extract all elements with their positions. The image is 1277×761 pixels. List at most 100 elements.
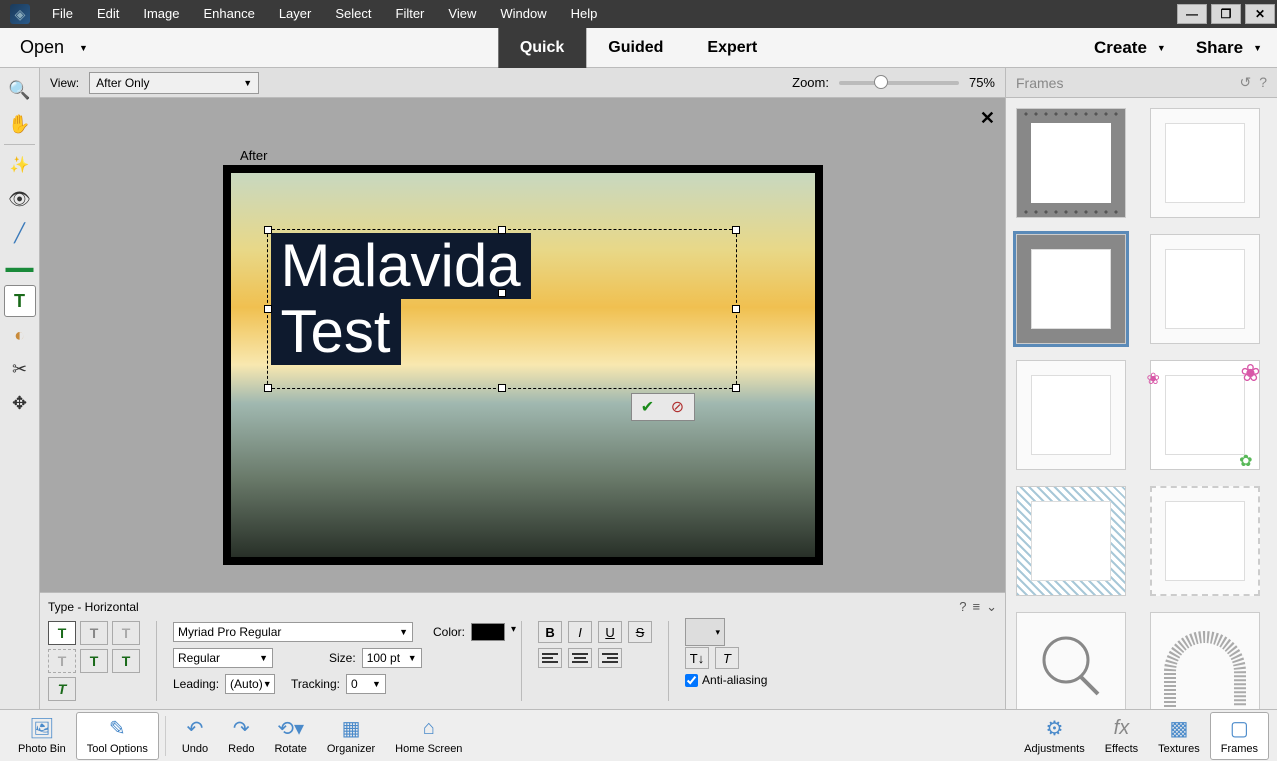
home-button[interactable]: ⌂Home Screen <box>385 712 472 760</box>
view-select[interactable]: After Only▼ <box>89 72 259 94</box>
frame-film[interactable] <box>1016 108 1126 218</box>
zoom-slider[interactable] <box>839 81 959 85</box>
frame-magnifier[interactable] <box>1016 612 1126 709</box>
align-right-button[interactable] <box>598 648 622 668</box>
frame-tape[interactable] <box>1016 360 1126 470</box>
tab-expert[interactable]: Expert <box>685 28 779 68</box>
text-style-preset[interactable]: ▾ <box>685 618 725 646</box>
close-document-icon[interactable]: ✕ <box>980 108 995 129</box>
menu-select[interactable]: Select <box>323 0 383 28</box>
help-icon[interactable]: ? <box>959 599 966 615</box>
organizer-button[interactable]: ▦Organizer <box>317 712 385 760</box>
tab-quick[interactable]: Quick <box>498 28 586 68</box>
type-vertical-icon[interactable]: T <box>80 621 108 645</box>
window-minimize-icon[interactable]: — <box>1177 4 1207 24</box>
window-restore-icon[interactable]: ❐ <box>1211 4 1241 24</box>
strikethrough-button[interactable]: S <box>628 621 652 643</box>
bottombar: 🖼Photo Bin ✎Tool Options ↶Undo ↷Redo ⟲▾R… <box>0 709 1277 761</box>
menu-help[interactable]: Help <box>559 0 610 28</box>
spot-heal-tool-icon[interactable]: ◐ <box>4 319 36 351</box>
textures-button[interactable]: ▩Textures <box>1148 712 1210 760</box>
crop-tool-icon[interactable]: ✂ <box>4 353 36 385</box>
type-mask-v-icon[interactable]: T <box>48 649 76 673</box>
move-tool-icon[interactable]: ✥ <box>4 387 36 419</box>
share-button[interactable]: Share▼ <box>1181 28 1277 68</box>
leading-input[interactable]: (Auto)▼ <box>225 674 275 694</box>
adjustments-button[interactable]: ⚙Adjustments <box>1014 712 1095 760</box>
redo-icon: ↷ <box>233 717 250 741</box>
straighten-tool-icon[interactable]: ▬▬ <box>4 251 36 283</box>
selection-box[interactable] <box>267 229 737 389</box>
home-icon: ⌂ <box>423 717 435 741</box>
frame-thick[interactable] <box>1016 234 1126 344</box>
create-button[interactable]: Create▼ <box>1079 28 1181 68</box>
cancel-button[interactable]: ⊘ <box>664 396 692 418</box>
zoom-handle[interactable] <box>874 75 888 89</box>
frame-stripes[interactable] <box>1016 486 1126 596</box>
frame-arch[interactable] <box>1150 612 1260 709</box>
zoom-value: 75% <box>969 75 995 90</box>
window-close-icon[interactable]: ✕ <box>1245 4 1275 24</box>
menu-window[interactable]: Window <box>488 0 558 28</box>
font-family-select[interactable]: Myriad Pro Regular▼ <box>173 622 413 642</box>
underline-button[interactable]: U <box>598 621 622 643</box>
quick-select-tool-icon[interactable]: ✨ <box>4 149 36 181</box>
collapse-icon[interactable]: ⌄ <box>986 599 997 615</box>
panel-help-icon[interactable]: ? <box>1259 74 1267 91</box>
undo-button[interactable]: ↶Undo <box>172 712 218 760</box>
italic-button[interactable]: I <box>568 621 592 643</box>
menu-layer[interactable]: Layer <box>267 0 324 28</box>
align-center-button[interactable] <box>568 648 592 668</box>
tool-options-title: Type - Horizontal <box>48 600 139 614</box>
app-icon: ◈ <box>0 0 40 28</box>
text-orient-h-button[interactable]: T↓ <box>685 647 709 669</box>
menu-view[interactable]: View <box>436 0 488 28</box>
frame-plain-1[interactable] <box>1150 108 1260 218</box>
redo-button[interactable]: ↷Redo <box>218 712 264 760</box>
tool-options-panel: Type - Horizontal ? ≡ ⌄ T T T T T T <box>40 592 1005 709</box>
modebar: Open▼ Quick Guided Expert Create▼ Share▼ <box>0 28 1277 68</box>
canvas-image[interactable]: Malavida Test ✔ ⊘ <box>231 173 815 557</box>
tracking-input[interactable]: 0▼ <box>346 674 386 694</box>
type-horizontal-icon[interactable]: T <box>48 621 76 645</box>
type-on-path-icon[interactable]: T <box>80 649 108 673</box>
frame-stamp[interactable] <box>1150 486 1260 596</box>
type-mask-h-icon[interactable]: T <box>112 621 140 645</box>
confirm-button[interactable]: ✔ <box>634 396 662 418</box>
zoom-tool-icon[interactable]: 🔍 <box>4 74 36 106</box>
hand-tool-icon[interactable]: ✋ <box>4 108 36 140</box>
effects-button[interactable]: fxEffects <box>1095 712 1148 760</box>
menu-file[interactable]: File <box>40 0 85 28</box>
type-on-shape-icon[interactable]: T <box>112 649 140 673</box>
whiten-tool-icon[interactable]: ╱ <box>4 217 36 249</box>
menu-icon[interactable]: ≡ <box>973 599 981 615</box>
reset-icon[interactable]: ↺ <box>1239 74 1251 91</box>
frame-flowers[interactable]: ❀✿❀ <box>1150 360 1260 470</box>
text-warp-button[interactable]: T <box>715 647 739 669</box>
frames-icon: ▢ <box>1230 717 1249 741</box>
font-style-select[interactable]: Regular▼ <box>173 648 273 668</box>
frame-plain-2[interactable] <box>1150 234 1260 344</box>
align-left-button[interactable] <box>538 648 562 668</box>
frames-title: Frames <box>1016 75 1063 91</box>
size-input[interactable]: 100 pt▼ <box>362 648 422 668</box>
textures-icon: ▩ <box>1169 717 1188 741</box>
menu-edit[interactable]: Edit <box>85 0 131 28</box>
tab-guided[interactable]: Guided <box>586 28 685 68</box>
tool-options-button[interactable]: ✎Tool Options <box>76 712 159 760</box>
photo-bin-button[interactable]: 🖼Photo Bin <box>8 712 76 760</box>
color-swatch[interactable] <box>471 623 505 641</box>
rotate-button[interactable]: ⟲▾Rotate <box>264 712 316 760</box>
bold-button[interactable]: B <box>538 621 562 643</box>
antialias-checkbox[interactable]: Anti-aliasing <box>685 673 767 687</box>
frames-button[interactable]: ▢Frames <box>1210 712 1269 760</box>
canvas[interactable]: Malavida Test ✔ ⊘ <box>223 165 823 565</box>
menu-filter[interactable]: Filter <box>384 0 437 28</box>
redeye-tool-icon[interactable]: 👁 <box>4 183 36 215</box>
menu-enhance[interactable]: Enhance <box>192 0 267 28</box>
type-tool-icon[interactable]: T <box>4 285 36 317</box>
undo-icon: ↶ <box>187 717 204 741</box>
type-warp-icon[interactable]: T <box>48 677 76 701</box>
menu-image[interactable]: Image <box>131 0 191 28</box>
open-button[interactable]: Open▼ <box>0 28 108 68</box>
